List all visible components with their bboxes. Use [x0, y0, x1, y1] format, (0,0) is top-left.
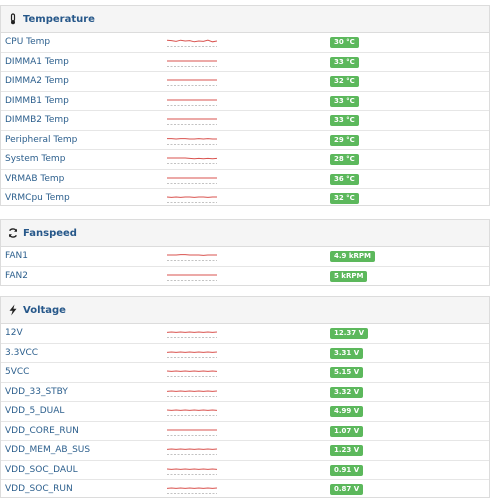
value-badge: 5.15 V — [330, 367, 364, 378]
sensor-row: Peripheral Temp 29 °C — [1, 131, 489, 150]
sparkline — [167, 254, 217, 261]
sensor-label: 5VCC — [5, 367, 30, 377]
sensor-label: System Temp — [5, 154, 66, 164]
value-badge: 4.9 kRPM — [330, 251, 375, 262]
value-badge: 3.32 V — [330, 386, 364, 398]
sensor-row: VDD_SOC_DAUL 0.91 V — [1, 461, 489, 480]
sensor-row: VDD_33_STBY 3.32 V — [1, 383, 489, 402]
sensor-row: VRMAB Temp 36 °C — [1, 170, 489, 189]
sparkline — [167, 448, 217, 455]
sensor-label: DIMMA1 Temp — [5, 56, 69, 67]
value-badge: 28 °C — [330, 154, 359, 165]
sensor-row: DIMMA1 Temp 33 °C — [1, 53, 489, 72]
sensor-label: DIMMA2 Temp — [5, 76, 69, 86]
value-badge: 33 °C — [330, 115, 359, 126]
sparkline — [167, 429, 217, 436]
value-badge: 4.99 V — [330, 406, 364, 417]
value-badge: 3.31 V — [330, 347, 364, 359]
sparkline — [167, 137, 217, 145]
sparkline — [167, 196, 217, 203]
temperature-panel-header: Temperature — [1, 6, 489, 33]
temperature-rows: CPU Temp 30 °C DIMMA1 Temp 33 °C DIMMA2 Temp… — [1, 33, 489, 209]
thermometer-icon — [7, 13, 19, 25]
sensor-row: DIMMB2 Temp 33 °C — [1, 111, 489, 131]
sparkline — [167, 350, 217, 358]
sparkline — [167, 157, 217, 164]
value-badge: 5 kRPM — [330, 270, 368, 282]
sensor-label: VDD_5_DUAL — [5, 406, 65, 416]
sensor-row: 5VCC 5.15 V — [1, 363, 489, 383]
sparkline — [167, 389, 217, 397]
value-badge: 33 °C — [330, 95, 359, 107]
sparkline — [167, 370, 217, 377]
voltage-panel-header: Voltage — [1, 297, 489, 324]
sensor-row: DIMMA2 Temp 32 °C — [1, 72, 489, 92]
sensor-label: VRMCpu Temp — [5, 193, 70, 203]
sensor-row: VDD_MEM_AB_SUS 1.23 V — [1, 441, 489, 461]
sparkline-trace — [167, 39, 217, 43]
fanspeed-rows: FAN1 4.9 kRPM FAN2 5 kRPM — [1, 247, 489, 286]
sensor-row: VDD_SOC_RUN 0.87 V — [1, 480, 489, 500]
sensor-label: Peripheral Temp — [5, 134, 78, 145]
value-badge: 33 °C — [330, 56, 359, 68]
lightning-icon — [7, 304, 19, 316]
sensor-row: VDD_CORE_RUN 1.07 V — [1, 422, 489, 441]
sensor-label: VDD_SOC_DAUL — [5, 464, 78, 475]
sensor-row: 3.3VCC 3.31 V — [1, 344, 489, 363]
sensor-row: VDD_5_DUAL 4.99 V — [1, 402, 489, 422]
sparkline — [167, 331, 217, 338]
sensor-row: 12V 12.37 V — [1, 324, 489, 344]
temperature-panel-title: Temperature — [23, 13, 95, 25]
sensor-label: DIMMB2 Temp — [5, 115, 69, 125]
fanspeed-panel-title: Fanspeed — [23, 227, 77, 239]
sensor-label: VDD_SOC_RUN — [5, 484, 73, 494]
sparkline — [167, 467, 217, 475]
sensor-label: FAN1 — [5, 251, 28, 261]
value-badge: 32 °C — [330, 193, 359, 204]
fanspeed-panel-header: Fanspeed — [1, 220, 489, 247]
fanspeed-panel: Fanspeed FAN1 4.9 kRPM FAN2 5 kRPM — [0, 219, 490, 286]
sparkline — [167, 39, 217, 47]
voltage-rows: 12V 12.37 V 3.3VCC 3.31 V 5VCC 5.15 V VDD_33_S… — [1, 324, 489, 500]
sparkline — [167, 274, 217, 281]
sensor-label: 3.3VCC — [5, 347, 39, 358]
sensor-label: DIMMB1 Temp — [5, 95, 69, 106]
value-badge: 1.07 V — [330, 425, 364, 437]
sensor-label: VDD_CORE_RUN — [5, 425, 79, 436]
sensor-label: VDD_MEM_AB_SUS — [5, 445, 91, 455]
temperature-panel: Temperature CPU Temp 30 °C DIMMA1 Temp 33 °… — [0, 5, 490, 206]
value-badge: 0.87 V — [330, 484, 364, 495]
voltage-panel: Voltage 12V 12.37 V 3.3VCC 3.31 V 5VCC 5.15 V… — [0, 296, 490, 498]
value-badge: 12.37 V — [330, 328, 368, 339]
sensor-label: VRMAB Temp — [5, 173, 65, 184]
sensor-row: DIMMB1 Temp 33 °C — [1, 92, 489, 111]
sensor-label: VDD_33_STBY — [5, 386, 68, 397]
sparkline — [167, 409, 217, 416]
value-badge: 36 °C — [330, 173, 359, 185]
sensor-row: System Temp 28 °C — [1, 150, 489, 170]
sparkline — [167, 99, 217, 106]
sensor-label: FAN2 — [5, 270, 28, 281]
value-badge: 30 °C — [330, 37, 359, 48]
sparkline-trace — [167, 254, 217, 256]
sparkline — [167, 79, 217, 86]
sparkline-trace — [167, 157, 217, 160]
sparkline — [167, 177, 217, 184]
refresh-icon — [7, 227, 19, 239]
sensor-row: VRMCpu Temp 32 °C — [1, 189, 489, 209]
sensor-row: FAN1 4.9 kRPM — [1, 247, 489, 267]
sensor-row: FAN2 5 kRPM — [1, 267, 489, 287]
value-badge: 32 °C — [330, 76, 359, 87]
sensor-label: CPU Temp — [5, 37, 51, 47]
value-badge: 29 °C — [330, 134, 359, 146]
sparkline — [167, 118, 217, 125]
value-badge: 0.91 V — [330, 464, 364, 476]
sensor-label: 12V — [5, 328, 23, 338]
sensor-row: CPU Temp 30 °C — [1, 33, 489, 53]
sparkline — [167, 60, 217, 67]
sparkline — [167, 487, 217, 494]
value-badge: 1.23 V — [330, 445, 364, 456]
voltage-panel-title: Voltage — [23, 304, 66, 316]
